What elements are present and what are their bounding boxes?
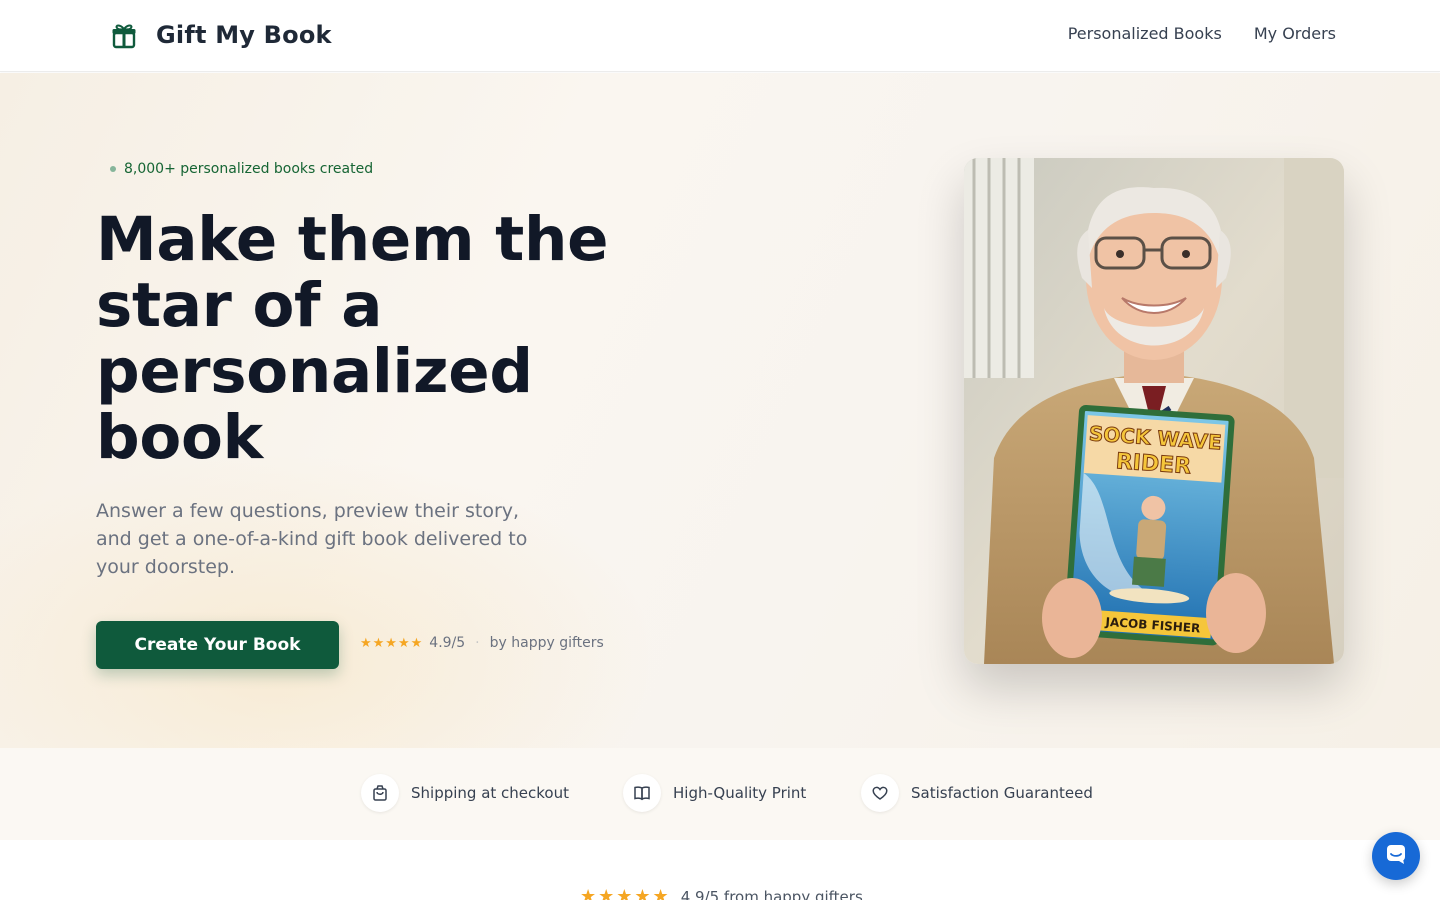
hero-photo: SOCK WAVE RIDER BY JACOB FISHER (964, 158, 1344, 664)
shopping-bag-icon (361, 774, 399, 812)
rating-stars: ★★★★★ (360, 635, 424, 651)
reviews-summary: ★★★★★ 4.9/5 from happy gifters (580, 886, 863, 900)
books-created-badge: 8,000+ personalized books created (110, 161, 373, 177)
brand-name: Gift My Book (156, 21, 332, 49)
feature-guarantee: Satisfaction Guaranteed (861, 774, 1093, 812)
svg-text:RIDER: RIDER (1115, 449, 1192, 479)
badge-text: 8,000+ personalized books created (124, 161, 374, 177)
heart-icon (861, 774, 899, 812)
site-header: Gift My Book Personalized Books My Order… (0, 0, 1440, 72)
open-book-icon (623, 774, 661, 812)
main-nav: Personalized Books My Orders (1068, 24, 1336, 43)
rating-score: 4.9/5 (429, 635, 466, 651)
gift-icon (110, 20, 138, 50)
hero-headline: Make them the star of a personalized boo… (96, 204, 609, 473)
reviews-text: 4.9/5 from happy gifters (680, 887, 863, 900)
create-your-book-button[interactable]: Create Your Book (96, 621, 339, 669)
reviews-section: ★★★★★ 4.9/5 from happy gifters (0, 840, 1440, 900)
chat-bubble-icon (1384, 842, 1408, 870)
feature-guarantee-label: Satisfaction Guaranteed (911, 784, 1093, 802)
feature-shipping: Shipping at checkout (361, 774, 569, 812)
badge-dot (110, 166, 116, 172)
reviews-stars: ★★★★★ (580, 886, 671, 900)
rating-separator: · (475, 635, 480, 651)
features-strip: Shipping at checkout High-Quality Print … (0, 748, 1440, 840)
feature-shipping-label: Shipping at checkout (411, 784, 569, 802)
hero-section: 8,000+ personalized books created Make t… (0, 73, 1440, 748)
rating-source: by happy gifters (489, 635, 604, 651)
nav-personalized-books[interactable]: Personalized Books (1068, 24, 1222, 43)
feature-print-label: High-Quality Print (673, 784, 807, 802)
brand-logo[interactable]: Gift My Book (110, 20, 332, 50)
feature-print: High-Quality Print (623, 774, 806, 812)
hero-rating: ★★★★★ 4.9/5 · by happy gifters (360, 635, 604, 651)
nav-my-orders[interactable]: My Orders (1254, 24, 1336, 43)
chat-launcher-button[interactable] (1372, 832, 1420, 880)
hero-subtext: Answer a few questions, preview their st… (96, 500, 528, 578)
